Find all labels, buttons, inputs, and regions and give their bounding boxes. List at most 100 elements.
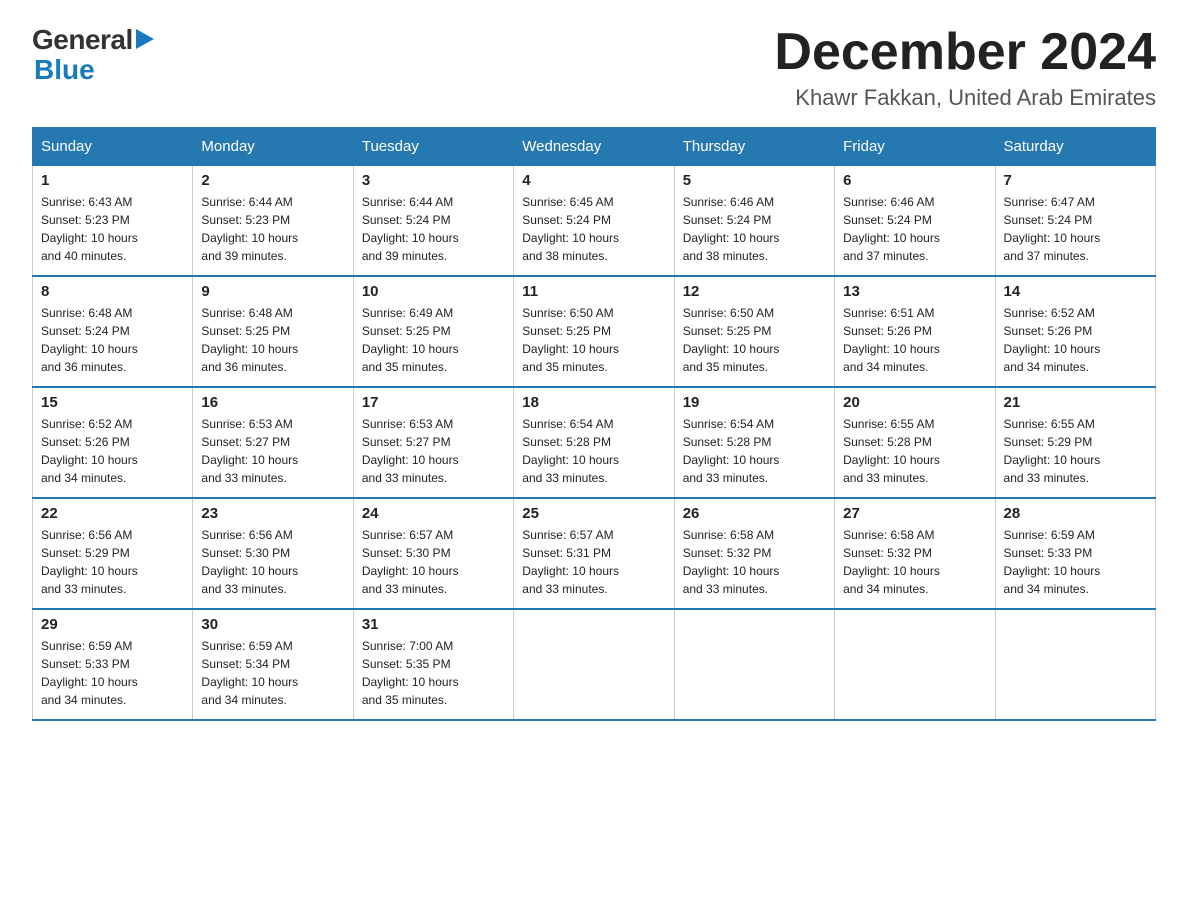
day-number: 11 (522, 283, 665, 300)
calendar-header-row: Sunday Monday Tuesday Wednesday Thursday… (33, 128, 1156, 166)
day-number: 3 (362, 172, 505, 189)
day-number: 21 (1004, 394, 1147, 411)
col-saturday: Saturday (995, 128, 1155, 166)
calendar-day-cell (995, 609, 1155, 720)
calendar-day-cell: 8 Sunrise: 6:48 AM Sunset: 5:24 PM Dayli… (33, 276, 193, 387)
day-number: 10 (362, 283, 505, 300)
calendar-day-cell: 29 Sunrise: 6:59 AM Sunset: 5:33 PM Dayl… (33, 609, 193, 720)
day-number: 15 (41, 394, 184, 411)
day-info: Sunrise: 6:57 AM Sunset: 5:31 PM Dayligh… (522, 526, 665, 598)
calendar-day-cell: 20 Sunrise: 6:55 AM Sunset: 5:28 PM Dayl… (835, 387, 995, 498)
calendar-day-cell: 19 Sunrise: 6:54 AM Sunset: 5:28 PM Dayl… (674, 387, 834, 498)
day-info: Sunrise: 6:44 AM Sunset: 5:24 PM Dayligh… (362, 193, 505, 265)
day-info: Sunrise: 6:53 AM Sunset: 5:27 PM Dayligh… (362, 415, 505, 487)
calendar-day-cell: 7 Sunrise: 6:47 AM Sunset: 5:24 PM Dayli… (995, 166, 1155, 277)
calendar-day-cell: 2 Sunrise: 6:44 AM Sunset: 5:23 PM Dayli… (193, 166, 353, 277)
calendar-day-cell: 26 Sunrise: 6:58 AM Sunset: 5:32 PM Dayl… (674, 498, 834, 609)
day-info: Sunrise: 6:43 AM Sunset: 5:23 PM Dayligh… (41, 193, 184, 265)
calendar-week-row: 1 Sunrise: 6:43 AM Sunset: 5:23 PM Dayli… (33, 166, 1156, 277)
calendar-day-cell: 4 Sunrise: 6:45 AM Sunset: 5:24 PM Dayli… (514, 166, 674, 277)
day-number: 4 (522, 172, 665, 189)
day-info: Sunrise: 6:52 AM Sunset: 5:26 PM Dayligh… (41, 415, 184, 487)
day-info: Sunrise: 6:50 AM Sunset: 5:25 PM Dayligh… (683, 304, 826, 376)
col-tuesday: Tuesday (353, 128, 513, 166)
calendar-day-cell: 25 Sunrise: 6:57 AM Sunset: 5:31 PM Dayl… (514, 498, 674, 609)
day-info: Sunrise: 6:59 AM Sunset: 5:33 PM Dayligh… (1004, 526, 1147, 598)
day-number: 8 (41, 283, 184, 300)
day-info: Sunrise: 6:54 AM Sunset: 5:28 PM Dayligh… (683, 415, 826, 487)
calendar-day-cell: 14 Sunrise: 6:52 AM Sunset: 5:26 PM Dayl… (995, 276, 1155, 387)
calendar-day-cell: 23 Sunrise: 6:56 AM Sunset: 5:30 PM Dayl… (193, 498, 353, 609)
day-number: 24 (362, 505, 505, 522)
day-info: Sunrise: 6:50 AM Sunset: 5:25 PM Dayligh… (522, 304, 665, 376)
col-monday: Monday (193, 128, 353, 166)
calendar-week-row: 15 Sunrise: 6:52 AM Sunset: 5:26 PM Dayl… (33, 387, 1156, 498)
day-number: 7 (1004, 172, 1147, 189)
calendar-day-cell: 30 Sunrise: 6:59 AM Sunset: 5:34 PM Dayl… (193, 609, 353, 720)
calendar-day-cell: 11 Sunrise: 6:50 AM Sunset: 5:25 PM Dayl… (514, 276, 674, 387)
logo-arrow-icon (136, 29, 154, 54)
calendar-day-cell (514, 609, 674, 720)
calendar-day-cell: 5 Sunrise: 6:46 AM Sunset: 5:24 PM Dayli… (674, 166, 834, 277)
calendar-day-cell: 24 Sunrise: 6:57 AM Sunset: 5:30 PM Dayl… (353, 498, 513, 609)
day-info: Sunrise: 6:55 AM Sunset: 5:29 PM Dayligh… (1004, 415, 1147, 487)
calendar-day-cell (674, 609, 834, 720)
day-info: Sunrise: 6:47 AM Sunset: 5:24 PM Dayligh… (1004, 193, 1147, 265)
day-info: Sunrise: 6:44 AM Sunset: 5:23 PM Dayligh… (201, 193, 344, 265)
calendar-day-cell: 10 Sunrise: 6:49 AM Sunset: 5:25 PM Dayl… (353, 276, 513, 387)
day-number: 28 (1004, 505, 1147, 522)
day-info: Sunrise: 6:59 AM Sunset: 5:34 PM Dayligh… (201, 637, 344, 709)
calendar-table: Sunday Monday Tuesday Wednesday Thursday… (32, 127, 1156, 721)
calendar-day-cell: 17 Sunrise: 6:53 AM Sunset: 5:27 PM Dayl… (353, 387, 513, 498)
day-number: 26 (683, 505, 826, 522)
logo-general-text: General (32, 24, 133, 56)
logo-blue-text: Blue (34, 54, 95, 85)
logo: General Blue (32, 24, 154, 86)
day-info: Sunrise: 6:46 AM Sunset: 5:24 PM Dayligh… (843, 193, 986, 265)
calendar-day-cell (835, 609, 995, 720)
calendar-day-cell: 6 Sunrise: 6:46 AM Sunset: 5:24 PM Dayli… (835, 166, 995, 277)
calendar-day-cell: 15 Sunrise: 6:52 AM Sunset: 5:26 PM Dayl… (33, 387, 193, 498)
day-number: 17 (362, 394, 505, 411)
day-info: Sunrise: 6:49 AM Sunset: 5:25 PM Dayligh… (362, 304, 505, 376)
day-info: Sunrise: 6:45 AM Sunset: 5:24 PM Dayligh… (522, 193, 665, 265)
day-info: Sunrise: 6:48 AM Sunset: 5:25 PM Dayligh… (201, 304, 344, 376)
day-info: Sunrise: 6:59 AM Sunset: 5:33 PM Dayligh… (41, 637, 184, 709)
day-info: Sunrise: 6:54 AM Sunset: 5:28 PM Dayligh… (522, 415, 665, 487)
day-number: 14 (1004, 283, 1147, 300)
calendar-day-cell: 3 Sunrise: 6:44 AM Sunset: 5:24 PM Dayli… (353, 166, 513, 277)
calendar-day-cell: 9 Sunrise: 6:48 AM Sunset: 5:25 PM Dayli… (193, 276, 353, 387)
location-title: Khawr Fakkan, United Arab Emirates (774, 85, 1156, 111)
page-header: General Blue December 2024 Khawr Fakkan,… (32, 24, 1156, 111)
calendar-day-cell: 1 Sunrise: 6:43 AM Sunset: 5:23 PM Dayli… (33, 166, 193, 277)
day-info: Sunrise: 6:51 AM Sunset: 5:26 PM Dayligh… (843, 304, 986, 376)
day-info: Sunrise: 6:53 AM Sunset: 5:27 PM Dayligh… (201, 415, 344, 487)
day-number: 6 (843, 172, 986, 189)
day-number: 23 (201, 505, 344, 522)
calendar-day-cell: 18 Sunrise: 6:54 AM Sunset: 5:28 PM Dayl… (514, 387, 674, 498)
calendar-week-row: 8 Sunrise: 6:48 AM Sunset: 5:24 PM Dayli… (33, 276, 1156, 387)
day-number: 31 (362, 616, 505, 633)
calendar-day-cell: 13 Sunrise: 6:51 AM Sunset: 5:26 PM Dayl… (835, 276, 995, 387)
day-number: 30 (201, 616, 344, 633)
day-number: 9 (201, 283, 344, 300)
day-number: 19 (683, 394, 826, 411)
day-number: 22 (41, 505, 184, 522)
day-info: Sunrise: 6:57 AM Sunset: 5:30 PM Dayligh… (362, 526, 505, 598)
calendar-day-cell: 27 Sunrise: 6:58 AM Sunset: 5:32 PM Dayl… (835, 498, 995, 609)
day-number: 16 (201, 394, 344, 411)
calendar-day-cell: 21 Sunrise: 6:55 AM Sunset: 5:29 PM Dayl… (995, 387, 1155, 498)
col-friday: Friday (835, 128, 995, 166)
day-number: 27 (843, 505, 986, 522)
calendar-title-block: December 2024 Khawr Fakkan, United Arab … (774, 24, 1156, 111)
day-number: 2 (201, 172, 344, 189)
calendar-day-cell: 22 Sunrise: 6:56 AM Sunset: 5:29 PM Dayl… (33, 498, 193, 609)
col-wednesday: Wednesday (514, 128, 674, 166)
day-number: 13 (843, 283, 986, 300)
day-number: 18 (522, 394, 665, 411)
day-info: Sunrise: 7:00 AM Sunset: 5:35 PM Dayligh… (362, 637, 505, 709)
day-info: Sunrise: 6:52 AM Sunset: 5:26 PM Dayligh… (1004, 304, 1147, 376)
day-info: Sunrise: 6:55 AM Sunset: 5:28 PM Dayligh… (843, 415, 986, 487)
day-info: Sunrise: 6:48 AM Sunset: 5:24 PM Dayligh… (41, 304, 184, 376)
day-info: Sunrise: 6:58 AM Sunset: 5:32 PM Dayligh… (683, 526, 826, 598)
